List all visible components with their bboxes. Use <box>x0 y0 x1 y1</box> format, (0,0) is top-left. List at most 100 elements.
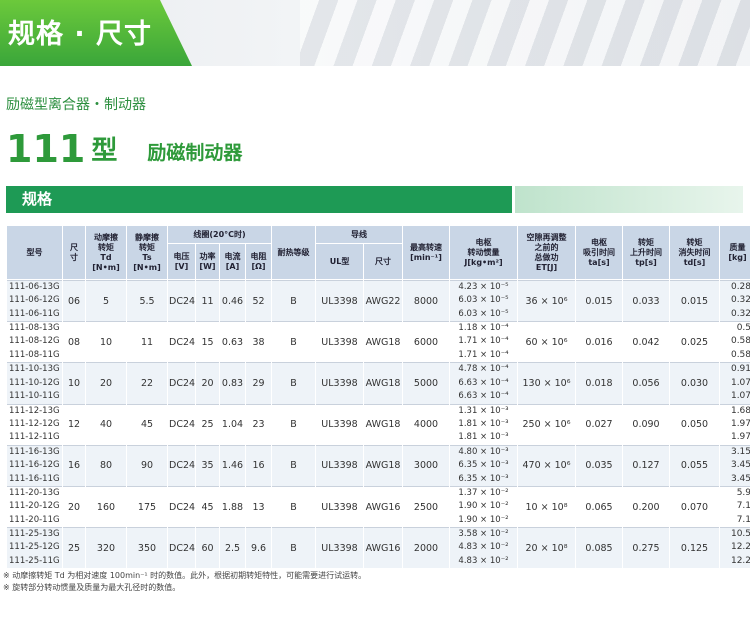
cell-model: 111-06-13G <box>7 280 62 294</box>
cell-tdis: 0.015 <box>670 280 720 321</box>
cell-work: 470 × 10⁶ <box>518 444 576 486</box>
cell-tp: 0.042 <box>623 321 670 362</box>
cell-inertia: 6.03 × 10⁻⁵ <box>458 295 509 306</box>
cell-ta: 0.035 <box>576 444 623 486</box>
cell-ts: 90 <box>127 444 167 486</box>
cell-model: 111-12-13G <box>7 403 62 418</box>
cell-td: 10 <box>86 321 126 362</box>
cell-ul: UL3398 <box>316 321 364 362</box>
cell-a: 0.83 <box>220 362 245 403</box>
cell-model: 111-10-12G <box>9 377 60 388</box>
section-bar-spec: 规格 <box>6 186 512 213</box>
cell-tp: 0.056 <box>623 362 670 403</box>
cell-a: 0.46 <box>220 280 245 321</box>
th-size: 尺寸 <box>63 226 85 280</box>
cell-tdis: 0.025 <box>670 321 720 362</box>
cell-mass: 1.07 <box>730 391 750 402</box>
cell-inertia: 6.35 × 10⁻³ <box>458 473 509 484</box>
cell-ts: 22 <box>127 362 167 403</box>
cell-mass: 0.32 <box>730 295 750 306</box>
cell-speed: 3000 <box>403 444 450 486</box>
cell-inertia: 6.63 × 10⁻⁴ <box>458 391 509 402</box>
cell-speed: 8000 <box>403 280 450 321</box>
cell-tp: 0.275 <box>623 527 670 568</box>
cell-td: 20 <box>86 362 126 403</box>
cell-inertia: 6.03 × 10⁻⁵ <box>458 308 509 319</box>
cell-model: 111-20-11G <box>9 514 60 525</box>
cell-awg: AWG16 <box>364 485 403 527</box>
cell-mass: 0.58 <box>730 336 750 347</box>
cell-mass: 1.68 <box>720 403 750 418</box>
cell-a: 2.5 <box>220 527 245 568</box>
spec-table-body: 111-06-13G 06 5 5.5 DC24 11 0.46 52 B UL3398 AWG22… <box>7 280 750 569</box>
cell-a: 0.63 <box>220 321 245 362</box>
table-row: 111-08-13G 08 10 11 DC24 15 0.63 38 B UL3398 AWG18… <box>7 321 750 348</box>
cell-a: 1.04 <box>220 403 245 445</box>
th-total-work: 空隙再调整 之前的 总做功 ET[J] <box>518 226 576 280</box>
cell-work: 10 × 10⁸ <box>518 485 576 527</box>
model-type: 型 <box>91 136 118 166</box>
cell-v: DC24 <box>168 362 195 403</box>
cell-ts: 11 <box>127 321 167 362</box>
model-heading: 111 型 励磁制动器 <box>6 124 242 170</box>
cell-mass: 0.58 <box>730 350 750 361</box>
cell-w: 45 <box>196 485 219 527</box>
cell-mass: 10.5 <box>720 527 750 541</box>
cell-r: 38 <box>246 321 272 362</box>
cell-work: 20 × 10⁸ <box>518 527 576 568</box>
th-resistance: 电阻 [Ω] <box>246 244 272 280</box>
table-row: 111-20-13G 20 160 175 DC24 45 1.88 13 B UL3398 AWG… <box>7 485 750 513</box>
cell-r: 23 <box>246 403 272 445</box>
cell-awg: AWG22 <box>364 280 403 321</box>
cell-r: 9.6 <box>246 527 272 568</box>
cell-model: 111-06-12G <box>9 295 60 306</box>
cell-inertia: 1.81 × 10⁻³ <box>458 432 509 443</box>
th-coil: 线圈(20°C时) <box>168 226 272 244</box>
cell-speed: 4000 <box>403 403 450 445</box>
cell-heat: B <box>272 362 316 403</box>
th-voltage: 电压 [V] <box>168 244 195 280</box>
cell-model: 111-16-11G <box>9 473 60 484</box>
cell-tdis: 0.070 <box>670 485 720 527</box>
cell-speed: 5000 <box>403 362 450 403</box>
section-bar-fade <box>515 186 743 213</box>
cell-work: 60 × 10⁶ <box>518 321 576 362</box>
cell-inertia: 1.90 × 10⁻² <box>458 501 509 512</box>
cell-td: 160 <box>86 485 126 527</box>
cell-w: 15 <box>196 321 219 362</box>
cell-v: DC24 <box>168 321 195 362</box>
cell-model: 111-25-13G <box>7 527 62 541</box>
th-rise-time: 转矩 上升时间 tp[s] <box>623 226 670 280</box>
cell-ta: 0.016 <box>576 321 623 362</box>
cell-a: 1.88 <box>220 485 245 527</box>
cell-tp: 0.200 <box>623 485 670 527</box>
cell-mass: 1.97 <box>730 418 750 429</box>
cell-inertia: 1.90 × 10⁻² <box>458 514 509 525</box>
cell-a: 1.46 <box>220 444 245 486</box>
cell-tp: 0.127 <box>623 444 670 486</box>
cell-mass: 0.32 <box>730 308 750 319</box>
cell-r: 16 <box>246 444 272 486</box>
cell-inertia: 1.37 × 10⁻² <box>450 485 518 500</box>
table-row: 111-10-13G 10 20 22 DC24 20 0.83 29 B UL3398 AWG18… <box>7 362 750 389</box>
cell-mass: 12.2 <box>730 542 750 553</box>
cell-td: 5 <box>86 280 126 321</box>
cell-td: 40 <box>86 403 126 445</box>
th-model: 型号 <box>7 226 62 280</box>
cell-speed: 6000 <box>403 321 450 362</box>
cell-ul: UL3398 <box>316 527 364 568</box>
cell-mass: 3.45 <box>730 460 750 471</box>
cell-size: 06 <box>63 280 85 321</box>
cell-r: 29 <box>246 362 272 403</box>
cell-heat: B <box>272 321 316 362</box>
cell-inertia: 3.58 × 10⁻² <box>450 527 518 541</box>
table-row: 111-16-13G 16 80 90 DC24 35 1.46 16 B UL3398 AWG18… <box>7 444 750 471</box>
cell-work: 36 × 10⁶ <box>518 280 576 321</box>
cell-inertia: 1.18 × 10⁻⁴ <box>450 321 518 335</box>
cell-ta: 0.018 <box>576 362 623 403</box>
cell-td: 320 <box>86 527 126 568</box>
cell-inertia: 4.80 × 10⁻³ <box>450 444 518 459</box>
header-banner: 规格 · 尺寸 <box>0 0 750 66</box>
cell-model: 111-16-12G <box>9 460 60 471</box>
cell-size: 12 <box>63 403 85 445</box>
